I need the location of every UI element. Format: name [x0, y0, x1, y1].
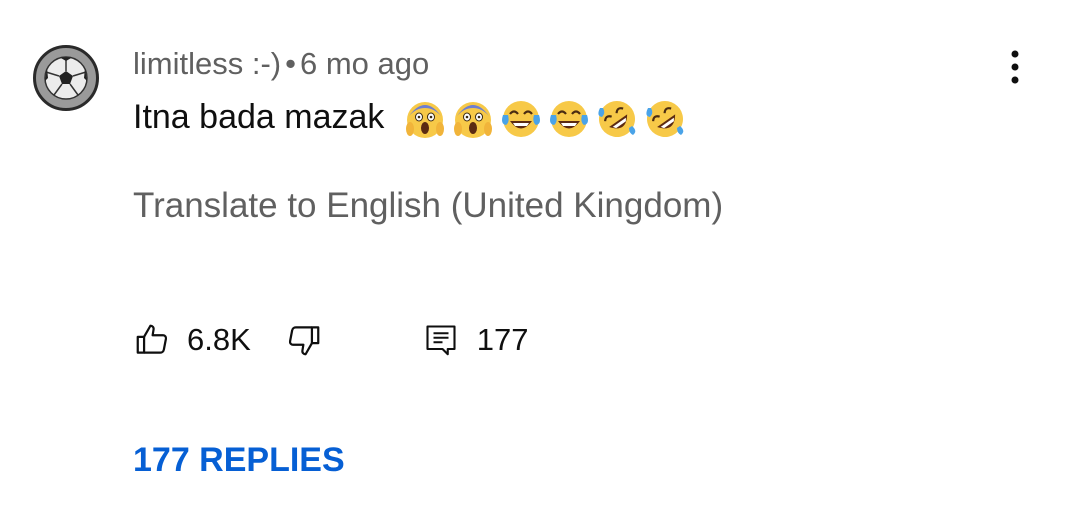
like-count: 6.8K — [187, 322, 251, 357]
rolling-on-the-floor-laughing-emoji — [596, 98, 638, 140]
view-replies-button[interactable]: 177 REPLIES — [133, 438, 345, 482]
face-screaming-in-fear-emoji — [404, 98, 446, 140]
soccer-ball-icon — [44, 56, 88, 100]
meta-separator: • — [285, 46, 296, 81]
comment-emojis — [404, 98, 686, 140]
reply-count: 177 — [476, 322, 529, 357]
avatar[interactable] — [33, 45, 99, 111]
face-with-tears-of-joy-emoji — [500, 98, 542, 140]
thumbs-down-icon — [288, 326, 320, 356]
face-screaming-in-fear-emoji — [452, 98, 494, 140]
translate-link[interactable]: Translate to English (United Kingdom) — [133, 184, 723, 228]
comment-meta: limitless :-) • 6 mo ago — [133, 44, 429, 84]
rolling-on-the-floor-laughing-emoji — [644, 98, 686, 140]
reply-comment-icon — [426, 325, 456, 356]
more-vertical-icon — [1011, 50, 1019, 84]
reply-button[interactable] — [423, 321, 459, 359]
face-with-tears-of-joy-emoji — [548, 98, 590, 140]
thumbs-up-icon — [136, 324, 168, 354]
author-name[interactable]: limitless :-) — [133, 46, 281, 81]
like-button[interactable] — [133, 321, 171, 359]
comment-timestamp: 6 mo ago — [299, 46, 430, 81]
more-options-button[interactable] — [998, 46, 1032, 88]
dislike-button[interactable] — [285, 321, 323, 359]
comment-action-bar: 6.8K 177 — [133, 315, 529, 365]
comment-text: Itna bada mazak — [133, 98, 385, 136]
comment-text-row: Itna bada mazak — [133, 95, 686, 140]
